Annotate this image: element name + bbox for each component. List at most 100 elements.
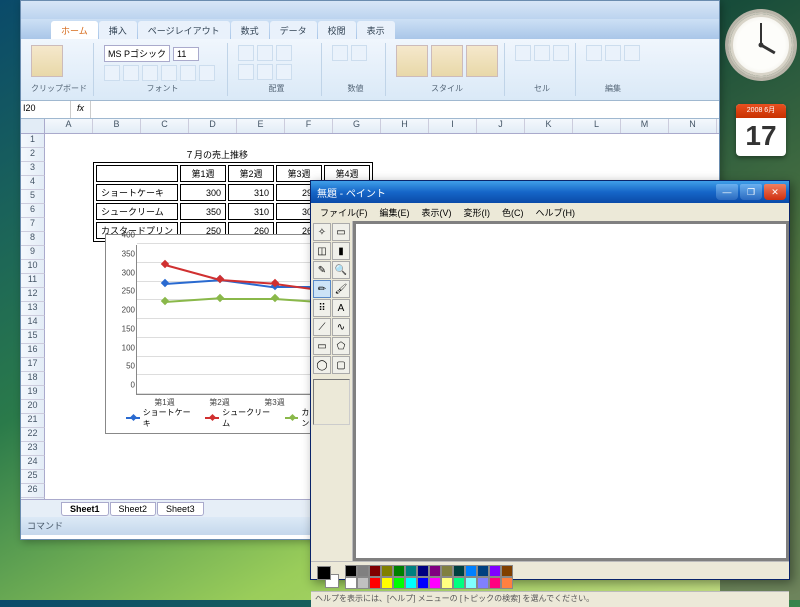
paint-titlebar[interactable]: 無題 - ペイント — ❐ ✕ xyxy=(311,181,789,203)
menu-item[interactable]: ファイル(F) xyxy=(315,205,373,219)
col-header[interactable]: J xyxy=(477,119,525,133)
sheet-tab[interactable]: Sheet2 xyxy=(110,502,157,516)
row-header[interactable]: 8 xyxy=(21,232,45,246)
row-header[interactable]: 22 xyxy=(21,428,45,442)
pencil-icon[interactable]: ✏ xyxy=(313,280,331,298)
sheet-tab[interactable]: Sheet3 xyxy=(157,502,204,516)
ribbon-tab-0[interactable]: ホーム xyxy=(51,21,98,39)
palette-color[interactable] xyxy=(441,565,453,577)
eraser-icon[interactable]: ◫ xyxy=(313,242,331,260)
cell-styles-button[interactable] xyxy=(466,45,498,77)
palette-color[interactable] xyxy=(465,577,477,589)
row-header[interactable]: 24 xyxy=(21,456,45,470)
row-header[interactable]: 16 xyxy=(21,344,45,358)
table-header-cell[interactable] xyxy=(96,165,178,182)
palette-color[interactable] xyxy=(393,577,405,589)
palette-color[interactable] xyxy=(345,565,357,577)
align-bot-button[interactable] xyxy=(276,45,292,61)
col-header[interactable]: B xyxy=(93,119,141,133)
palette-color[interactable] xyxy=(405,565,417,577)
col-header[interactable]: A xyxy=(45,119,93,133)
palette-color[interactable] xyxy=(429,565,441,577)
ribbon-tab-2[interactable]: ページレイアウト xyxy=(138,21,230,39)
row-header[interactable]: 18 xyxy=(21,372,45,386)
palette-color[interactable] xyxy=(441,577,453,589)
palette-color[interactable] xyxy=(357,577,369,589)
align-right-button[interactable] xyxy=(276,64,292,80)
table-cell[interactable]: 310 xyxy=(228,203,274,220)
format-button[interactable] xyxy=(553,45,569,61)
col-header[interactable]: D xyxy=(189,119,237,133)
menu-item[interactable]: 変形(I) xyxy=(459,205,496,219)
polygon-icon[interactable]: ⬠ xyxy=(332,337,350,355)
excel-titlebar[interactable] xyxy=(21,1,719,19)
freeform-select-icon[interactable]: ✧ xyxy=(313,223,331,241)
clock-gadget[interactable] xyxy=(730,14,792,76)
minimize-button[interactable]: — xyxy=(716,184,738,200)
underline-button[interactable] xyxy=(142,65,158,81)
ribbon-tab-1[interactable]: 挿入 xyxy=(99,21,137,39)
zoom-icon[interactable]: 🔍 xyxy=(332,261,350,279)
palette-color[interactable] xyxy=(465,565,477,577)
table-cell[interactable]: シュークリーム xyxy=(96,203,178,220)
align-mid-button[interactable] xyxy=(257,45,273,61)
paint-window[interactable]: 無題 - ペイント — ❐ ✕ ファイル(F)編集(E)表示(V)変形(I)色(… xyxy=(310,180,790,580)
palette-color[interactable] xyxy=(345,577,357,589)
sheet-tab[interactable]: Sheet1 xyxy=(61,502,109,516)
picker-icon[interactable]: ✎ xyxy=(313,261,331,279)
menu-item[interactable]: 色(C) xyxy=(497,205,529,219)
spray-icon[interactable]: ⠿ xyxy=(313,299,331,317)
palette-color[interactable] xyxy=(405,577,417,589)
current-colors[interactable] xyxy=(315,564,341,590)
col-header[interactable]: F xyxy=(285,119,333,133)
row-header[interactable]: 9 xyxy=(21,246,45,260)
table-header-cell[interactable]: 第2週 xyxy=(228,165,274,182)
row-header[interactable]: 23 xyxy=(21,442,45,456)
percent-button[interactable] xyxy=(351,45,367,61)
row-header[interactable]: 15 xyxy=(21,330,45,344)
palette-color[interactable] xyxy=(429,577,441,589)
delete-button[interactable] xyxy=(534,45,550,61)
align-left-button[interactable] xyxy=(238,64,254,80)
paint-canvas[interactable] xyxy=(356,224,786,558)
fill-color-button[interactable] xyxy=(180,65,196,81)
currency-button[interactable] xyxy=(332,45,348,61)
palette-color[interactable] xyxy=(501,565,513,577)
palette-color[interactable] xyxy=(489,565,501,577)
row-header[interactable]: 10 xyxy=(21,260,45,274)
row-header[interactable]: 12 xyxy=(21,288,45,302)
close-button[interactable]: ✕ xyxy=(764,184,786,200)
col-header[interactable]: K xyxy=(525,119,573,133)
align-top-button[interactable] xyxy=(238,45,254,61)
insert-button[interactable] xyxy=(515,45,531,61)
select-all-corner[interactable] xyxy=(21,119,45,133)
paste-button[interactable] xyxy=(31,45,63,77)
row-header[interactable]: 14 xyxy=(21,316,45,330)
ribbon-tab-6[interactable]: 表示 xyxy=(357,21,395,39)
col-header[interactable]: I xyxy=(429,119,477,133)
palette-color[interactable] xyxy=(489,577,501,589)
col-header[interactable]: L xyxy=(573,119,621,133)
palette-color[interactable] xyxy=(381,565,393,577)
table-cell[interactable]: 310 xyxy=(228,184,274,201)
font-color-button[interactable] xyxy=(199,65,215,81)
col-header[interactable]: H xyxy=(381,119,429,133)
table-cell[interactable]: ショートケーキ xyxy=(96,184,178,201)
maximize-button[interactable]: ❐ xyxy=(740,184,762,200)
palette-color[interactable] xyxy=(381,577,393,589)
col-header[interactable]: N xyxy=(669,119,717,133)
align-center-button[interactable] xyxy=(257,64,273,80)
table-cell[interactable]: 300 xyxy=(180,184,226,201)
row-header[interactable]: 17 xyxy=(21,358,45,372)
col-header[interactable]: C xyxy=(141,119,189,133)
fx-icon[interactable]: fx xyxy=(71,101,91,118)
font-name-select[interactable]: MS Pゴシック xyxy=(104,45,170,62)
row-header[interactable]: 6 xyxy=(21,204,45,218)
palette-color[interactable] xyxy=(369,577,381,589)
roundrect-icon[interactable]: ▢ xyxy=(332,356,350,374)
palette-color[interactable] xyxy=(453,577,465,589)
palette-color[interactable] xyxy=(477,577,489,589)
ellipse-icon[interactable]: ◯ xyxy=(313,356,331,374)
palette-color[interactable] xyxy=(501,577,513,589)
curve-icon[interactable]: ∿ xyxy=(332,318,350,336)
